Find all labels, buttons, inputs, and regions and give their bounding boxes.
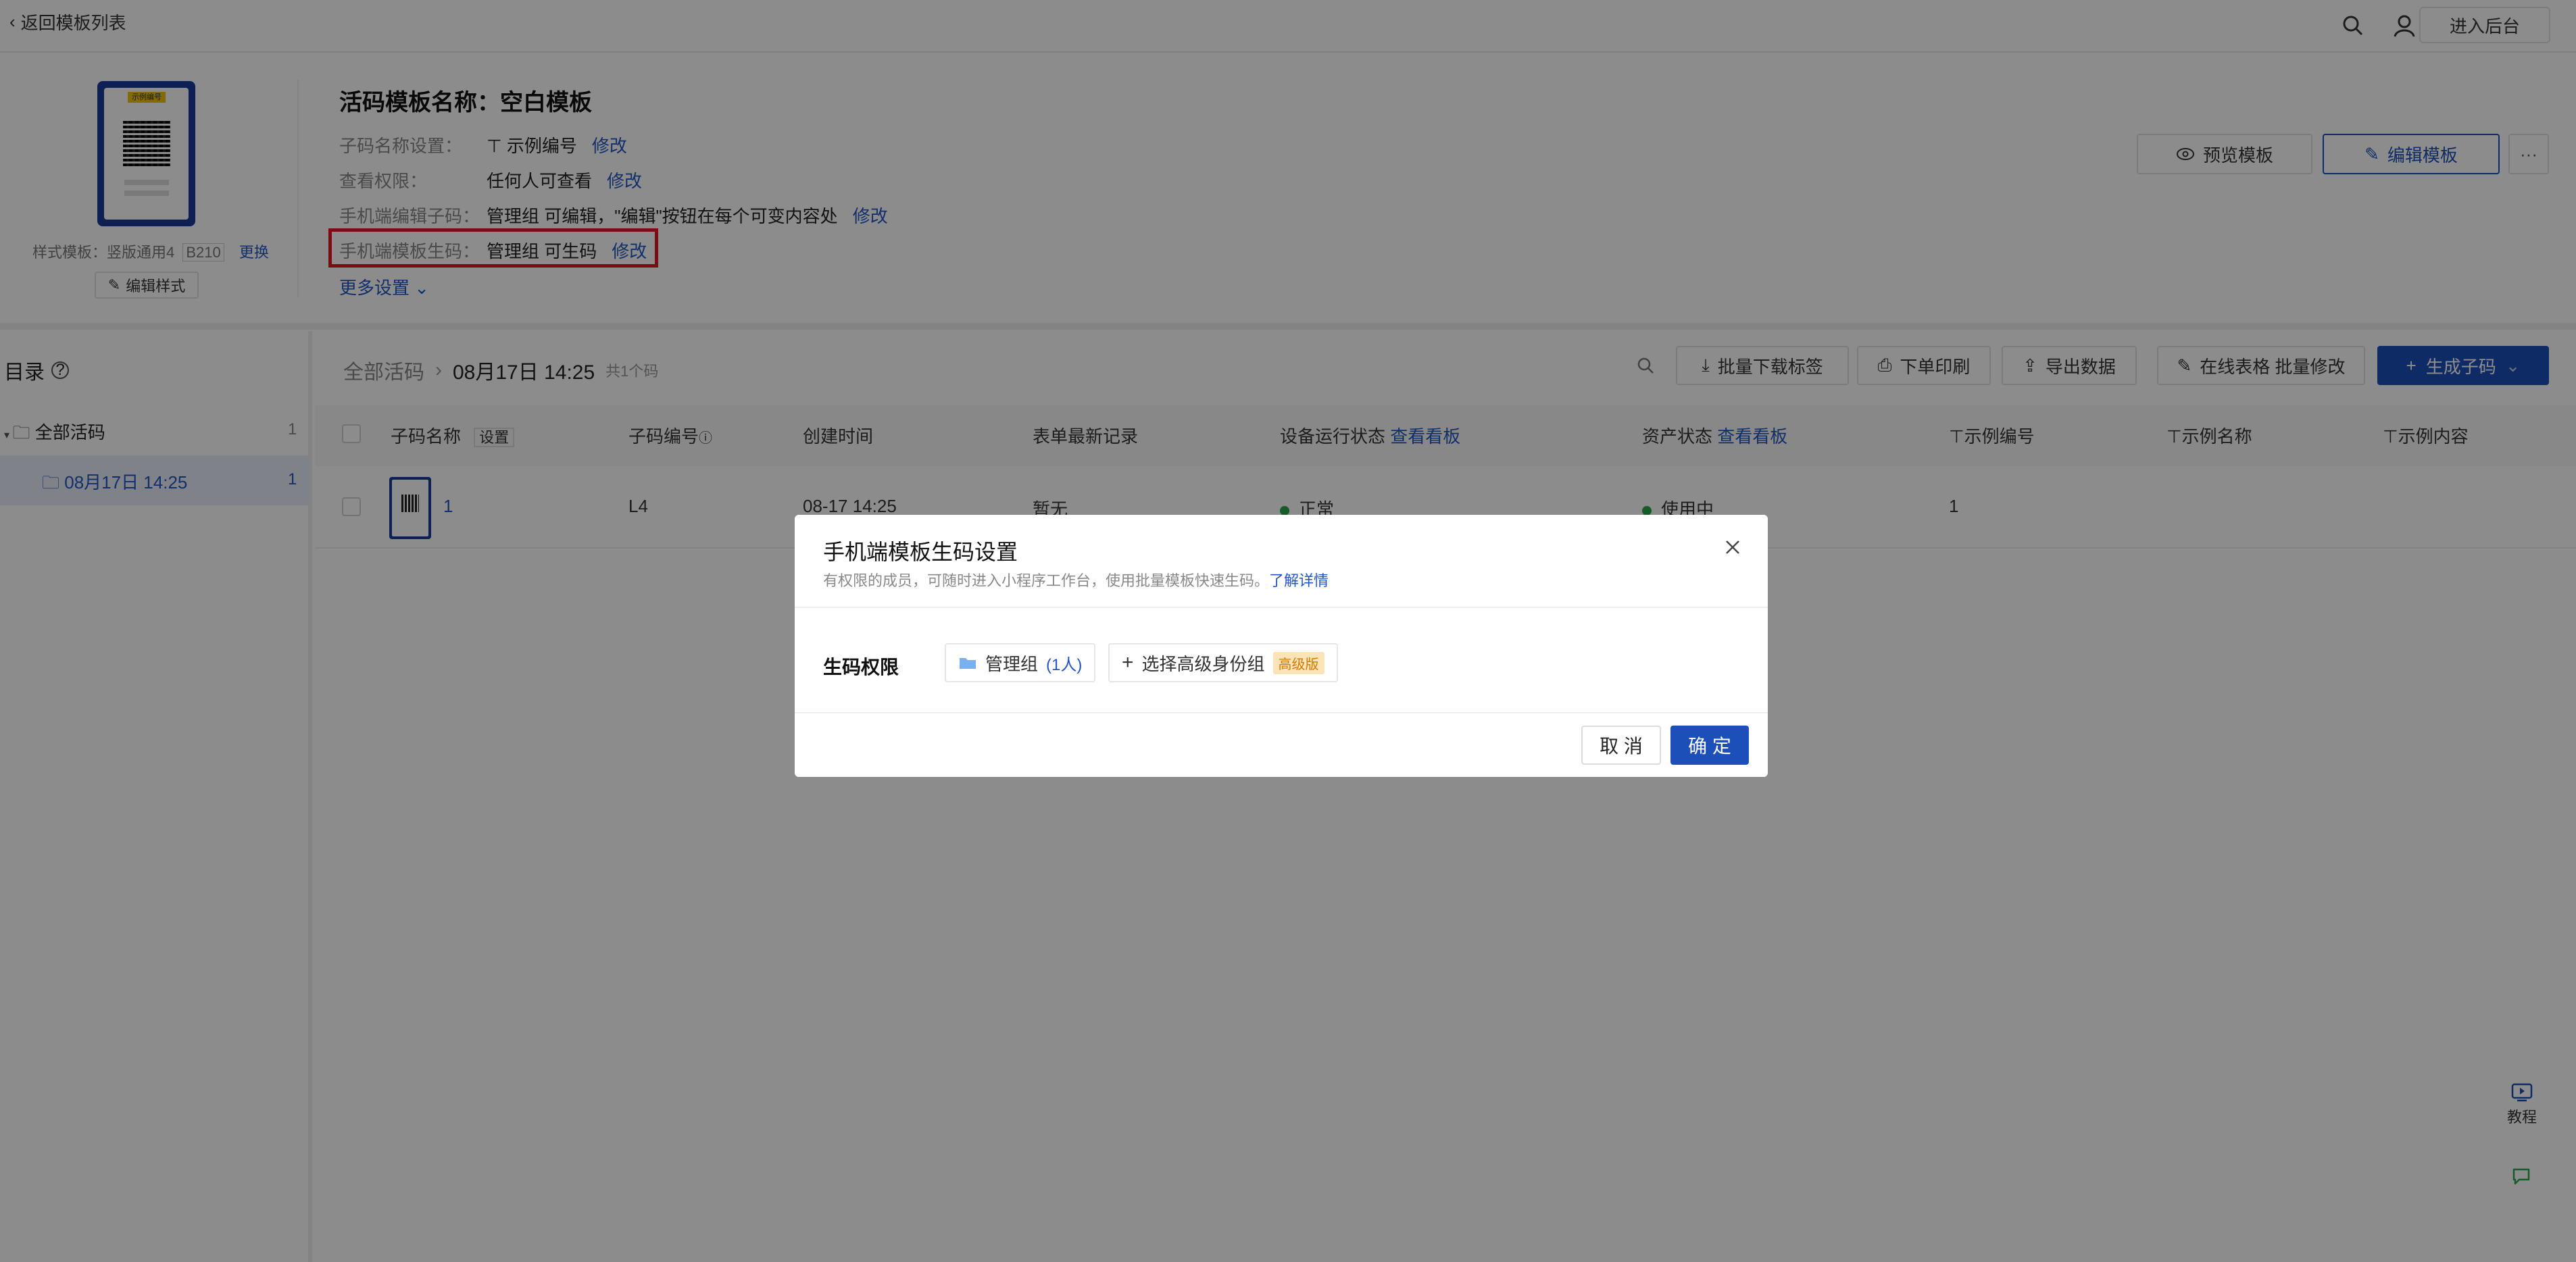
plus-icon: + — [1122, 651, 1134, 674]
learn-more-link[interactable]: 了解详情 — [1269, 572, 1329, 589]
confirm-button[interactable]: 确 定 — [1670, 726, 1749, 765]
divider — [795, 607, 1768, 608]
group-chip-admin[interactable]: 管理组 (1人) — [945, 643, 1096, 682]
dialog-title: 手机端模板生码设置 — [823, 540, 1018, 564]
cancel-button[interactable]: 取 消 — [1581, 726, 1661, 765]
close-icon[interactable] — [1720, 535, 1745, 559]
premium-badge: 高级版 — [1272, 651, 1324, 674]
permission-label: 生码权限 — [823, 657, 899, 678]
folder-icon — [960, 658, 976, 669]
select-advanced-group-button[interactable]: + 选择高级身份组 高级版 — [1108, 643, 1338, 682]
dialog-subtitle: 有权限的成员，可随时进入小程序工作台，使用批量模板快速生码。了解详情 — [823, 572, 1329, 589]
divider — [795, 712, 1768, 713]
